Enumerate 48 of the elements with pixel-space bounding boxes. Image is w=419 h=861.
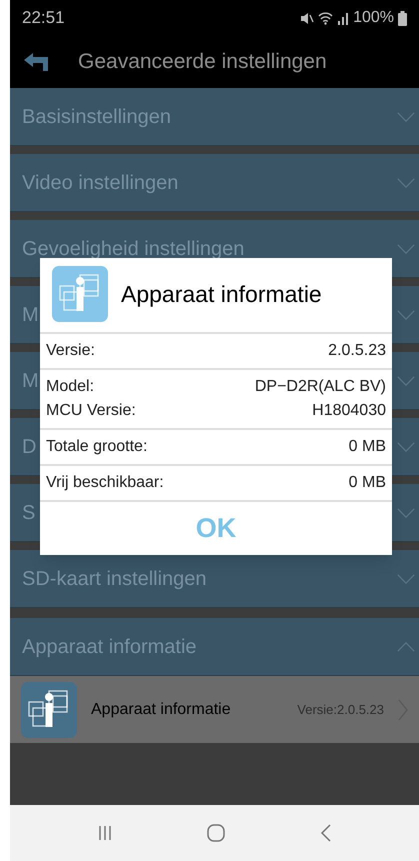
info-value: 0 MB [348, 473, 386, 493]
section-header[interactable]: Basisinstellingen [10, 88, 419, 146]
section-header[interactable]: Video instellingen [10, 154, 419, 212]
chevron-down-icon [397, 112, 415, 122]
info-value: DP−D2R(ALC BV) [254, 377, 386, 397]
info-label: MCU Versie: [46, 401, 136, 421]
mute-icon [300, 12, 314, 24]
chevron-down-icon [397, 178, 415, 188]
info-label: Vrij beschikbaar: [46, 473, 164, 493]
info-value: 0 MB [348, 437, 386, 457]
wifi-icon [318, 12, 334, 24]
info-label: Model: [46, 377, 94, 397]
chevron-down-icon [397, 244, 415, 254]
section-title: Video instellingen [22, 170, 178, 196]
section-title: Apparaat informatie [22, 634, 197, 660]
section-title: D [22, 434, 36, 460]
item-title: Apparaat informatie [91, 700, 232, 720]
section-title: Basisinstellingen [22, 104, 171, 130]
screen-title: Geavanceerde instellingen [78, 49, 327, 76]
section-title: S [22, 500, 36, 526]
chevron-down-icon [397, 508, 415, 518]
info-label: Totale grootte: [46, 437, 148, 457]
info-icon [21, 682, 77, 738]
section-title: M [22, 368, 39, 394]
section-title: Gevoeligheid instellingen [22, 236, 244, 262]
info-value: H1804030 [312, 401, 386, 421]
section-title: M [22, 302, 39, 328]
recent-apps-icon[interactable] [97, 825, 114, 841]
battery-percent: 100% [353, 8, 394, 28]
chevron-down-icon [397, 310, 415, 320]
section-header[interactable]: Apparaat informatie [10, 618, 419, 676]
signal-icon [337, 12, 350, 24]
dialog-title: Apparaat informatie [121, 280, 322, 309]
battery-icon [398, 10, 407, 26]
section-title: SD-kaart instellingen [22, 566, 207, 592]
chevron-up-icon [397, 642, 415, 652]
section-header[interactable]: SD-kaart instellingen [10, 550, 419, 608]
info-value: 2.0.5.23 [328, 341, 386, 361]
info-label: Versie: [46, 341, 95, 361]
info-icon [52, 266, 108, 322]
back-icon[interactable] [320, 824, 332, 842]
chevron-down-icon [397, 574, 415, 584]
list-item[interactable]: Apparaat informatie Versie:2.0.5.23 [10, 676, 419, 743]
home-icon[interactable] [207, 824, 226, 842]
item-value: Versie:2.0.5.23 [297, 700, 384, 719]
status-time: 22:51 [22, 7, 65, 30]
chevron-down-icon [397, 376, 415, 386]
chevron-down-icon [397, 442, 415, 452]
